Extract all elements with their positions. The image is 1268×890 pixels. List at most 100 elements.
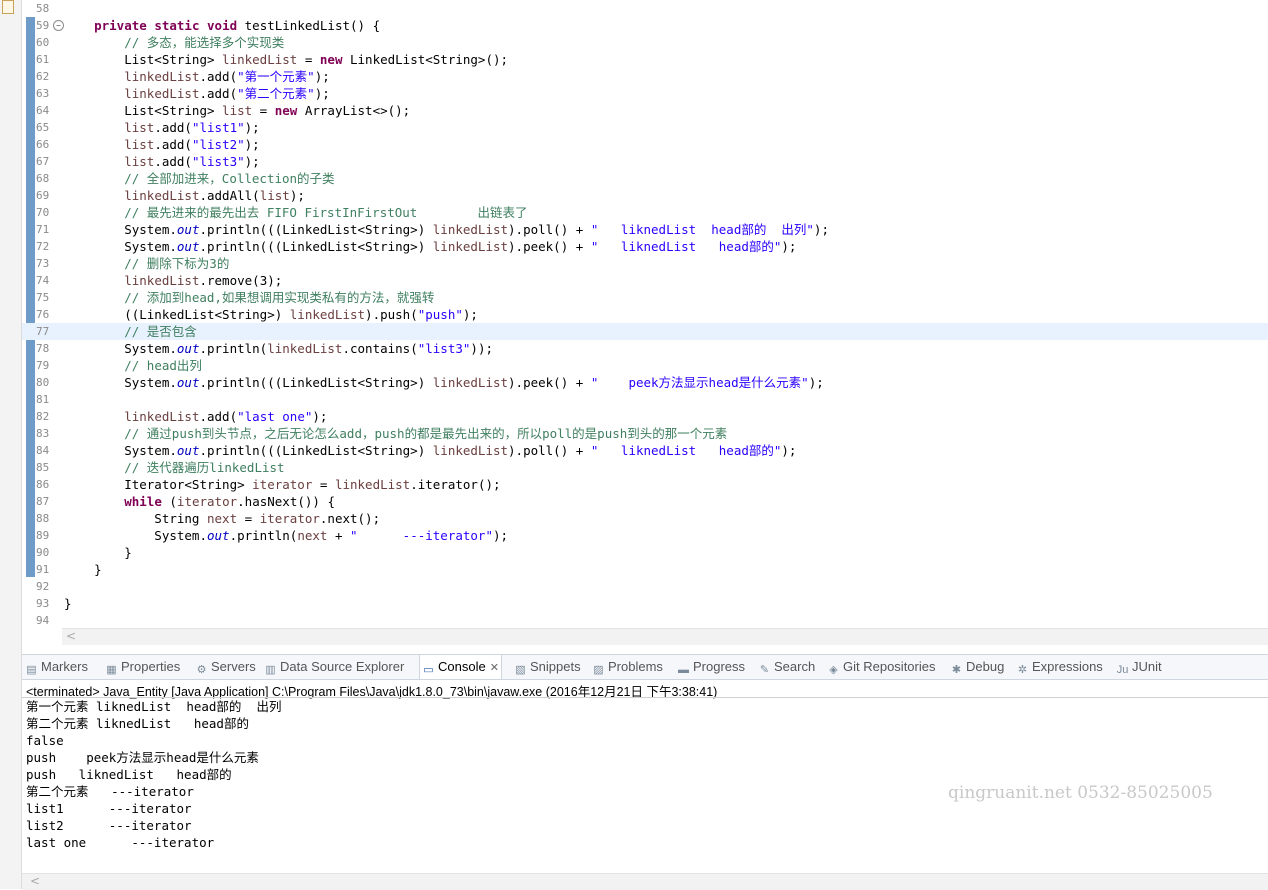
tab-search[interactable]: ✎ Search xyxy=(758,655,815,679)
code-line[interactable]: 75 // 添加到head,如果想调用实现类私有的方法，就强转 xyxy=(22,289,1268,306)
tab-markers[interactable]: ▤ Markers xyxy=(25,655,88,679)
scroll-left-icon[interactable]: < xyxy=(66,629,76,643)
line-number: 69 xyxy=(36,189,50,202)
code-line[interactable]: 84 System.out.println(((LinkedList<Strin… xyxy=(22,442,1268,459)
code-line[interactable]: 65 list.add("list1"); xyxy=(22,119,1268,136)
code-line[interactable]: 80 System.out.println(((LinkedList<Strin… xyxy=(22,374,1268,391)
code-line[interactable]: 82 linkedList.add("last one"); xyxy=(22,408,1268,425)
code-line[interactable]: 90 } xyxy=(22,544,1268,561)
snippets-icon: ▧ xyxy=(515,664,526,676)
code-line[interactable]: 61 List<String> linkedList = new LinkedL… xyxy=(22,51,1268,68)
code-line[interactable]: 92 xyxy=(22,578,1268,595)
code-line[interactable]: 89 System.out.println(next + " ---iterat… xyxy=(22,527,1268,544)
line-number: 81 xyxy=(36,393,50,406)
code-token: .add( xyxy=(199,409,238,424)
code-line[interactable]: 85 // 迭代器遍历linkedList xyxy=(22,459,1268,476)
tab-expressions[interactable]: ✲ Expressions xyxy=(1016,655,1103,679)
code-token: linkedList xyxy=(124,409,200,424)
line-number: 70 xyxy=(36,206,50,219)
code-line[interactable]: 83 // 通过push到头节点，之后无论怎么add，push的都是最先出来的，… xyxy=(22,425,1268,442)
code-line[interactable]: 68 // 全部加进来，Collection的子类 xyxy=(22,170,1268,187)
code-token: out xyxy=(176,341,200,356)
code-line[interactable]: 72 System.out.println(((LinkedList<Strin… xyxy=(22,238,1268,255)
code-line[interactable]: 87 while (iterator.hasNext()) { xyxy=(22,493,1268,510)
code-line[interactable]: 78 System.out.println(linkedList.contain… xyxy=(22,340,1268,357)
tab-junit[interactable]: Ju JUnit xyxy=(1116,655,1162,679)
tab-data-source-explorer[interactable]: ▥ Data Source Explorer xyxy=(264,655,404,679)
code-line[interactable]: 70 // 最先进来的最先出去 FIFO FirstInFirstOut 出链表… xyxy=(22,204,1268,221)
code-text: System.out.println(((LinkedList<String>)… xyxy=(64,374,824,391)
tab-progress[interactable]: ▬ Progress xyxy=(677,655,745,679)
code-line[interactable]: 66 list.add("list2"); xyxy=(22,136,1268,153)
line-number: 85 xyxy=(36,461,50,474)
code-token: ); xyxy=(813,222,829,237)
code-token: out xyxy=(207,528,230,543)
tab-properties[interactable]: ▦ Properties xyxy=(105,655,180,679)
code-line[interactable]: 59− private static void testLinkedList()… xyxy=(22,17,1268,34)
tab-label: Search xyxy=(774,659,816,674)
code-line[interactable]: 86 Iterator<String> iterator = linkedLis… xyxy=(22,476,1268,493)
code-line[interactable]: 69 linkedList.addAll(list); xyxy=(22,187,1268,204)
code-line[interactable]: 62 linkedList.add("第一个元素"); xyxy=(22,68,1268,85)
code-line[interactable]: 93} xyxy=(22,595,1268,612)
code-line[interactable]: 88 String next = iterator.next(); xyxy=(22,510,1268,527)
code-line[interactable]: 63 linkedList.add("第二个元素"); xyxy=(22,85,1268,102)
code-token: .println(((LinkedList<String>) xyxy=(199,443,433,458)
code-line[interactable]: 94 xyxy=(22,612,1268,629)
code-token: ); xyxy=(314,69,330,84)
minimized-view-icon[interactable] xyxy=(2,0,14,14)
code-text: // 是否包含 xyxy=(64,323,197,340)
code-text: // 全部加进来，Collection的子类 xyxy=(64,170,334,187)
code-token: ); xyxy=(244,137,260,152)
code-text: private static void testLinkedList() { xyxy=(64,17,380,34)
code-line[interactable]: 73 // 删除下标为3的 xyxy=(22,255,1268,272)
code-token: .println(((LinkedList<String>) xyxy=(199,222,433,237)
code-token: ( xyxy=(161,494,177,509)
tab-label: Git Repositories xyxy=(843,659,936,674)
code-text: linkedList.add("第二个元素"); xyxy=(64,85,330,102)
code-line[interactable]: 77 // 是否包含 xyxy=(22,323,1268,340)
tab-snippets[interactable]: ▧ Snippets xyxy=(514,655,580,679)
scroll-left-icon[interactable]: < xyxy=(30,874,40,888)
code-token: linkedList xyxy=(124,69,200,84)
tab-label: JUnit xyxy=(1132,659,1162,674)
code-line[interactable]: 76 ((LinkedList<String>) linkedList).pus… xyxy=(22,306,1268,323)
line-number: 79 xyxy=(36,359,50,372)
console-horizontal-scrollbar[interactable]: < xyxy=(22,873,1268,890)
code-text: list.add("list1"); xyxy=(64,119,260,136)
tab-label: Servers xyxy=(211,659,256,674)
line-number: 61 xyxy=(36,53,50,66)
tab-debug[interactable]: ✱ Debug xyxy=(950,655,1004,679)
code-line[interactable]: 91 } xyxy=(22,561,1268,578)
code-token: } xyxy=(64,562,102,577)
data-source-icon: ▥ xyxy=(265,664,276,676)
code-line[interactable]: 81 xyxy=(22,391,1268,408)
tab-servers[interactable]: ⚙ Servers xyxy=(195,655,256,679)
code-line[interactable]: 67 list.add("list3"); xyxy=(22,153,1268,170)
line-number: 86 xyxy=(36,478,50,491)
code-line[interactable]: 58 xyxy=(22,0,1268,17)
code-token: LinkedList<String>(); xyxy=(342,52,509,67)
editor-horizontal-scrollbar[interactable]: < xyxy=(62,628,1268,645)
code-line[interactable]: 64 List<String> list = new ArrayList<>()… xyxy=(22,102,1268,119)
code-text: linkedList.add("第一个元素"); xyxy=(64,68,330,85)
code-line[interactable]: 74 linkedList.remove(3); xyxy=(22,272,1268,289)
code-token: .add( xyxy=(154,137,192,152)
tab-problems[interactable]: ▨ Problems xyxy=(592,655,663,679)
code-line[interactable]: 71 System.out.println(((LinkedList<Strin… xyxy=(22,221,1268,238)
code-editor[interactable]: 58 59− private static void testLinkedList… xyxy=(22,0,1268,646)
code-line[interactable]: 60 // 多态，能选择多个实现类 xyxy=(22,34,1268,51)
code-line[interactable]: 79 // head出列 xyxy=(22,357,1268,374)
tab-git-repositories[interactable]: ◈ Git Repositories xyxy=(827,655,935,679)
line-number: 87 xyxy=(36,495,50,508)
tab-console[interactable]: ▭ Console ✕ xyxy=(419,655,502,679)
code-token: private xyxy=(94,18,147,33)
close-icon[interactable]: ✕ xyxy=(490,662,499,674)
fold-toggle-icon[interactable]: − xyxy=(53,20,64,31)
code-token: .hasNext()) { xyxy=(237,494,335,509)
